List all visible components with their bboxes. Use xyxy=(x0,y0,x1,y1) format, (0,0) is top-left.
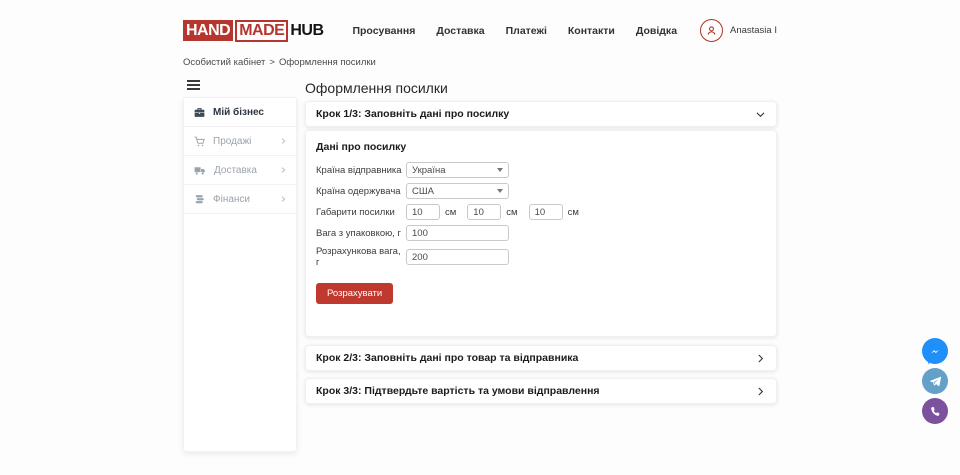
brand-logo[interactable]: HAND MADE HUB xyxy=(183,20,324,42)
sidebar-item-finance[interactable]: Фінанси xyxy=(184,185,296,214)
step-2-header[interactable]: Крок 2/3: Заповніть дані про товар та ві… xyxy=(305,345,777,371)
nav-item-contacts[interactable]: Контакти xyxy=(568,25,615,37)
logo-part-hand: HAND xyxy=(183,20,233,41)
sender-country-select[interactable]: Україна xyxy=(406,162,509,178)
breadcrumb-separator: > xyxy=(269,57,275,68)
sender-country-value: Україна xyxy=(412,165,446,176)
dimension-width-input[interactable] xyxy=(467,204,501,220)
weight-calculated-label: Розрахункова вага, г xyxy=(316,246,406,268)
chevron-right-icon xyxy=(279,166,287,174)
breadcrumb-current: Оформлення посилки xyxy=(279,57,376,68)
sidebar-item-label: Фінанси xyxy=(213,194,250,205)
menu-icon[interactable] xyxy=(187,80,200,90)
user-avatar-icon xyxy=(700,19,723,42)
parcel-form: Країна відправника Україна Країна одержу… xyxy=(316,162,766,304)
chevron-right-icon xyxy=(279,137,287,145)
parcel-data-title: Дані про посилку xyxy=(316,141,766,153)
recipient-country-select[interactable]: США xyxy=(406,183,509,199)
header: HAND MADE HUB Просування Доставка Платеж… xyxy=(183,0,777,44)
sidebar: Мій бізнес Продажі Доставка xyxy=(183,78,297,452)
sidebar-item-my-business[interactable]: Мій бізнес xyxy=(184,98,296,127)
step-1-body: Дані про посилку Країна відправника Укра… xyxy=(305,130,777,337)
dimension-length-input[interactable] xyxy=(406,204,440,220)
dimensions-label: Габарити посилки xyxy=(316,207,406,218)
unit-cm: см xyxy=(568,207,579,218)
sidebar-item-label: Продажі xyxy=(213,136,251,147)
nav-item-delivery[interactable]: Доставка xyxy=(436,25,484,37)
social-widget xyxy=(922,338,948,424)
truck-icon xyxy=(193,164,207,177)
messenger-icon[interactable] xyxy=(922,338,948,364)
sidebar-item-delivery[interactable]: Доставка xyxy=(184,156,296,185)
chevron-right-icon xyxy=(755,386,766,397)
recipient-country-label: Країна одержувача xyxy=(316,186,406,197)
chevron-right-icon xyxy=(755,353,766,364)
breadcrumb: Особистий кабінет > Оформлення посилки xyxy=(183,57,777,68)
weight-packed-label: Вага з упаковкою, г xyxy=(316,228,406,239)
sidebar-item-label: Мій бізнес xyxy=(213,107,264,118)
sidebar-item-sales[interactable]: Продажі xyxy=(184,127,296,156)
step-1-label: Крок 1/3: Заповніть дані про посилку xyxy=(316,108,509,120)
select-caret-icon xyxy=(497,189,503,193)
step-3-header[interactable]: Крок 3/3: Підтвердьте вартість та умови … xyxy=(305,378,777,404)
recipient-country-value: США xyxy=(412,186,434,197)
weight-calculated-input[interactable] xyxy=(406,249,509,265)
chevron-right-icon xyxy=(279,195,287,203)
sidebar-item-label: Доставка xyxy=(214,165,257,176)
unit-cm: см xyxy=(445,207,456,218)
telegram-icon[interactable] xyxy=(922,368,948,394)
dimension-height-input[interactable] xyxy=(529,204,563,220)
weight-packed-input[interactable] xyxy=(406,225,509,241)
logo-part-made: MADE xyxy=(235,20,288,42)
select-caret-icon xyxy=(497,168,503,172)
main-content: Оформлення посилки Крок 1/3: Заповніть д… xyxy=(305,78,777,404)
unit-cm: см xyxy=(506,207,517,218)
step-1-header[interactable]: Крок 1/3: Заповніть дані про посилку xyxy=(305,101,777,127)
briefcase-icon xyxy=(193,106,206,119)
viber-icon[interactable] xyxy=(922,398,948,424)
logo-part-hub: HUB xyxy=(290,22,323,40)
main-nav: Просування Доставка Платежі Контакти Дов… xyxy=(346,25,677,37)
calculate-button[interactable]: Розрахувати xyxy=(316,283,393,304)
nav-item-payments[interactable]: Платежі xyxy=(506,25,547,37)
nav-item-promotion[interactable]: Просування xyxy=(352,25,415,37)
user-menu[interactable]: Anastasia I xyxy=(700,19,777,42)
dimensions-group: см см см xyxy=(406,204,766,220)
step-2-label: Крок 2/3: Заповніть дані про товар та ві… xyxy=(316,352,578,364)
chevron-down-icon xyxy=(755,109,766,120)
coins-icon xyxy=(193,193,206,206)
sidebar-card: Мій бізнес Продажі Доставка xyxy=(183,97,297,452)
user-name: Anastasia I xyxy=(730,25,777,36)
sender-country-label: Країна відправника xyxy=(316,165,406,176)
page-title: Оформлення посилки xyxy=(305,78,777,98)
cart-icon xyxy=(193,135,206,148)
step-3-label: Крок 3/3: Підтвердьте вартість та умови … xyxy=(316,385,600,397)
nav-item-help[interactable]: Довідка xyxy=(636,25,677,37)
breadcrumb-cabinet[interactable]: Особистий кабінет xyxy=(183,57,265,68)
